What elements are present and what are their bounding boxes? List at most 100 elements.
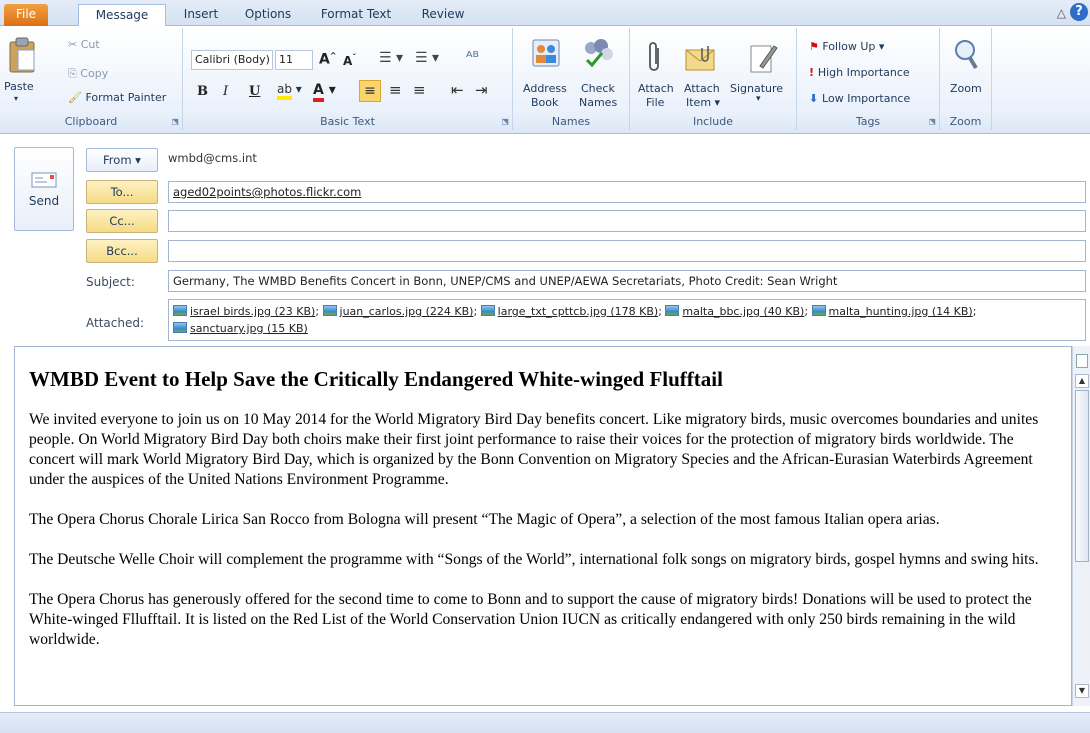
highlight-color-icon[interactable]: ab ▾ xyxy=(277,82,302,100)
attach-item-button[interactable]: Attach xyxy=(684,82,720,95)
italic-button[interactable]: I xyxy=(223,84,228,99)
bullets-icon[interactable]: ☰ ▾ xyxy=(379,50,403,66)
to-button[interactable]: To... xyxy=(86,180,158,204)
status-bar xyxy=(0,712,1090,733)
ribbon-tab-bar: File Message Insert Options Format Text … xyxy=(0,0,1090,27)
check-names-button[interactable]: Check xyxy=(581,82,615,95)
address-book-button[interactable]: Address xyxy=(523,82,567,95)
grow-font-icon[interactable]: A^ xyxy=(319,51,337,68)
zoom-group: Zoom Zoom xyxy=(940,28,992,130)
align-right-icon[interactable]: ≡ xyxy=(413,81,426,99)
attachment-item[interactable]: sanctuary.jpg (15 KB) xyxy=(173,322,308,335)
bcc-button[interactable]: Bcc... xyxy=(86,239,158,263)
attachments-box: israel birds.jpg (23 KB); juan_carlos.jp… xyxy=(168,299,1086,341)
tab-review[interactable]: Review xyxy=(418,4,468,26)
image-file-icon xyxy=(811,305,826,316)
body-paragraph: The Opera Chorus has generously offered … xyxy=(29,591,1032,648)
attach-file-button[interactable]: Attach xyxy=(638,82,674,95)
basic-text-group: Calibri (Body) 11 A^ Aˇ ☰ ▾ ☰ ▾ ᴬᴮ B I U… xyxy=(183,28,513,130)
attach-file-label-2: File xyxy=(646,96,665,109)
tags-group: ⚑ Follow Up ▾ ! High Importance ⬇ Low Im… xyxy=(797,28,940,130)
align-center-icon[interactable]: ≡ xyxy=(389,81,402,99)
bold-button[interactable]: B xyxy=(197,84,208,99)
copy-icon: ⎘ xyxy=(68,67,81,80)
scrollbar-thumb[interactable] xyxy=(1075,390,1089,562)
basic-text-group-label: Basic Text xyxy=(320,115,375,128)
tab-message[interactable]: Message xyxy=(78,4,166,27)
font-color-icon[interactable]: A ▾ xyxy=(313,82,336,102)
vertical-scrollbar[interactable]: ▲ ▼ xyxy=(1072,346,1090,706)
paperclip-icon[interactable] xyxy=(646,42,664,77)
scissors-icon: ✂ xyxy=(68,38,81,51)
minimize-ribbon-icon[interactable]: △ xyxy=(1057,6,1066,20)
send-label: Send xyxy=(28,194,60,208)
attach-item-icon[interactable] xyxy=(684,44,718,75)
attachment-item[interactable]: juan_carlos.jpg (224 KB) xyxy=(322,305,473,318)
cut-button[interactable]: ✂ Cut xyxy=(68,38,100,51)
scroll-up-icon[interactable]: ▲ xyxy=(1075,374,1089,388)
tags-group-label: Tags xyxy=(855,115,881,128)
dialog-launcher-icon[interactable]: ⬔ xyxy=(171,117,179,126)
attachment-item[interactable]: large_txt_cpttcb.jpg (178 KB) xyxy=(480,305,658,318)
align-left-icon[interactable]: ≡ xyxy=(359,80,381,102)
attachment-item[interactable]: malta_hunting.jpg (14 KB) xyxy=(811,305,973,318)
body-paragraph: We invited everyone to join us on 10 May… xyxy=(29,411,1039,488)
signature-dropdown-icon[interactable]: ▾ xyxy=(756,94,761,104)
check-names-icon[interactable] xyxy=(581,36,615,71)
from-button[interactable]: From ▾ xyxy=(86,148,158,172)
subject-field[interactable]: Germany, The WMBD Benefits Concert in Bo… xyxy=(168,270,1086,292)
include-group: Attach File Attach Item ▾ Signature ▾ In… xyxy=(630,28,797,130)
clear-formatting-icon[interactable]: ᴬᴮ xyxy=(466,48,479,66)
zoom-group-label: Zoom xyxy=(949,115,982,128)
paste-button[interactable]: Paste xyxy=(4,80,34,93)
shrink-font-icon[interactable]: Aˇ xyxy=(343,53,356,68)
font-name-combo[interactable]: Calibri (Body) xyxy=(191,50,273,70)
exclamation-icon: ! xyxy=(809,66,818,79)
send-button[interactable]: Send xyxy=(14,147,74,231)
attachment-item[interactable]: israel birds.jpg (23 KB) xyxy=(173,305,315,318)
down-arrow-icon: ⬇ xyxy=(809,92,823,105)
cc-button[interactable]: Cc... xyxy=(86,209,158,233)
body-paragraph: The Opera Chorus Chorale Lirica San Rocc… xyxy=(29,511,940,528)
image-file-icon xyxy=(173,322,187,333)
numbering-icon[interactable]: ☰ ▾ xyxy=(415,50,439,66)
body-heading: WMBD Event to Help Save the Critically E… xyxy=(29,367,723,391)
paste-icon[interactable] xyxy=(8,36,36,77)
tab-format-text[interactable]: Format Text xyxy=(312,4,400,26)
to-field[interactable]: aged02points@photos.flickr.com xyxy=(168,181,1086,203)
message-body[interactable]: WMBD Event to Help Save the Critically E… xyxy=(14,346,1072,706)
copy-button[interactable]: ⎘ Copy xyxy=(68,67,108,81)
address-book-icon[interactable] xyxy=(531,38,561,71)
decrease-indent-icon[interactable]: ⇤ xyxy=(451,81,464,99)
help-icon[interactable]: ? xyxy=(1070,3,1088,21)
signature-icon[interactable] xyxy=(748,42,778,77)
tab-file[interactable]: File xyxy=(4,4,48,26)
high-importance-button[interactable]: ! High Importance xyxy=(809,66,910,79)
tab-options[interactable]: Options xyxy=(238,4,298,26)
attach-item-label-2: Item ▾ xyxy=(686,96,721,109)
low-importance-button[interactable]: ⬇ Low Importance xyxy=(809,92,910,105)
bcc-field[interactable] xyxy=(168,240,1086,262)
dialog-launcher-icon[interactable]: ⬔ xyxy=(928,117,936,126)
view-ruler-icon[interactable] xyxy=(1076,354,1088,368)
scroll-down-icon[interactable]: ▼ xyxy=(1075,684,1089,698)
check-names-label-2: Names xyxy=(579,96,618,109)
tab-insert[interactable]: Insert xyxy=(176,4,226,26)
attached-label: Attached: xyxy=(86,316,145,330)
dialog-launcher-icon[interactable]: ⬔ xyxy=(501,117,509,126)
follow-up-button[interactable]: ⚑ Follow Up ▾ xyxy=(809,40,884,53)
image-file-icon xyxy=(173,305,187,316)
image-file-icon xyxy=(322,305,337,316)
paintbrush-icon: 🖌 xyxy=(68,91,86,104)
magnifier-icon[interactable] xyxy=(952,38,980,73)
underline-button[interactable]: U xyxy=(249,84,260,99)
cc-field[interactable] xyxy=(168,210,1086,232)
format-painter-button[interactable]: 🖌 Format Painter xyxy=(68,91,166,104)
image-file-icon xyxy=(480,305,495,316)
increase-indent-icon[interactable]: ⇥ xyxy=(475,81,488,99)
attachment-item[interactable]: malta_bbc.jpg (40 KB) xyxy=(665,305,804,318)
zoom-button[interactable]: Zoom xyxy=(950,82,982,95)
body-paragraph: The Deutsche Welle Choir will complement… xyxy=(29,551,1039,568)
font-size-combo[interactable]: 11 xyxy=(275,50,313,70)
flag-icon: ⚑ xyxy=(809,40,823,53)
